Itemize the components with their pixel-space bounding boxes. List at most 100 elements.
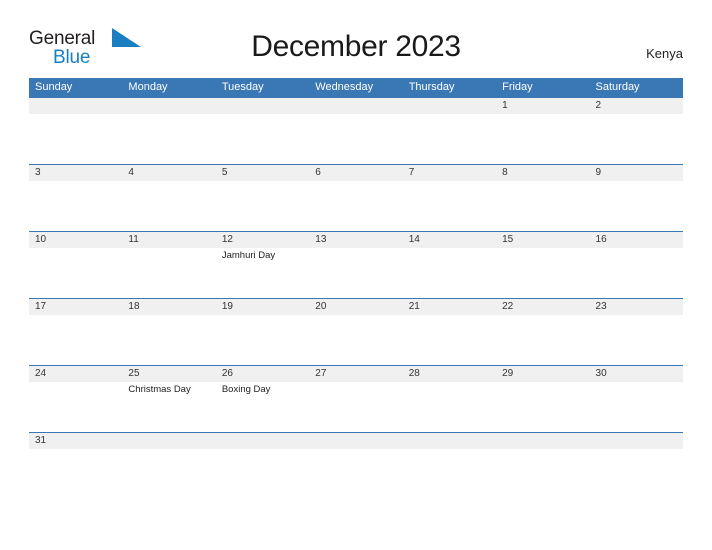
day-number[interactable]: 7 (403, 165, 496, 181)
day-event-boxing-day: Boxing Day (221, 384, 271, 395)
day-event (122, 449, 215, 451)
weekday-header-tuesday: Tuesday (221, 81, 264, 93)
calendar-week-row: 31 (29, 432, 683, 458)
day-event (403, 382, 496, 396)
day-event (403, 248, 496, 262)
day-number[interactable]: 3 (29, 165, 122, 181)
day-event (216, 449, 309, 451)
day-event (496, 181, 589, 183)
week-event-band (29, 449, 683, 451)
day-number[interactable] (29, 98, 122, 114)
weekday-header-monday: Monday (128, 81, 168, 93)
day-event (216, 181, 309, 183)
day-event (403, 449, 496, 451)
calendar-week-row: 1 2 (29, 97, 683, 164)
day-event (309, 315, 402, 317)
day-number[interactable]: 28 (403, 366, 496, 382)
day-number[interactable]: 5 (216, 165, 309, 181)
week-event-band (29, 315, 683, 317)
day-number[interactable] (309, 433, 402, 449)
day-number[interactable]: 6 (309, 165, 402, 181)
calendar-page: General Blue December 2023 Kenya Sunday … (0, 0, 712, 550)
day-event (29, 382, 122, 396)
day-number[interactable] (216, 98, 309, 114)
day-number[interactable]: 27 (309, 366, 402, 382)
day-number[interactable]: 19 (216, 299, 309, 315)
day-event (496, 114, 589, 116)
day-event (496, 315, 589, 317)
weekday-header-saturday: Saturday (595, 81, 640, 93)
day-number[interactable] (122, 433, 215, 449)
day-number[interactable]: 30 (590, 366, 683, 382)
week-date-band: 3 4 5 6 7 8 9 (29, 165, 683, 181)
day-number[interactable]: 20 (309, 299, 402, 315)
day-number[interactable]: 29 (496, 366, 589, 382)
week-date-band: 1 2 (29, 98, 683, 114)
calendar-week-row: 24 25 26 27 28 29 30 Christmas Day Boxin… (29, 365, 683, 432)
day-number[interactable]: 2 (590, 98, 683, 114)
day-number[interactable]: 8 (496, 165, 589, 181)
calendar-week-row: 3 4 5 6 7 8 9 (29, 164, 683, 231)
day-number[interactable]: 16 (590, 232, 683, 248)
day-event (590, 248, 683, 262)
day-event (309, 248, 402, 262)
day-event (122, 315, 215, 317)
day-event (403, 315, 496, 317)
weekday-header-sunday: Sunday (35, 81, 73, 93)
week-event-band (29, 181, 683, 183)
day-number[interactable] (403, 433, 496, 449)
day-number[interactable]: 18 (122, 299, 215, 315)
day-number[interactable]: 26 (216, 366, 309, 382)
day-number[interactable]: 11 (122, 232, 215, 248)
day-number[interactable] (403, 98, 496, 114)
calendar-grid: Sunday Monday Tuesday Wednesday Thursday… (29, 78, 683, 458)
day-event (590, 181, 683, 183)
day-number[interactable]: 21 (403, 299, 496, 315)
day-number[interactable]: 22 (496, 299, 589, 315)
country-label: Kenya (646, 46, 683, 61)
day-event (29, 315, 122, 317)
weekday-header-thursday: Thursday (408, 81, 455, 93)
day-event (403, 114, 496, 116)
day-number[interactable] (309, 98, 402, 114)
day-event (29, 181, 122, 183)
day-number[interactable]: 15 (496, 232, 589, 248)
day-number[interactable]: 23 (590, 299, 683, 315)
day-number[interactable]: 17 (29, 299, 122, 315)
day-event-jamhuri-day: Jamhuri Day (221, 250, 276, 261)
day-event (122, 248, 215, 262)
day-number[interactable]: 12 (216, 232, 309, 248)
week-date-band: 31 (29, 433, 683, 449)
calendar-week-row: 10 11 12 13 14 15 16 Jamhuri Day (29, 231, 683, 298)
day-number[interactable] (216, 433, 309, 449)
week-date-band: 10 11 12 13 14 15 16 (29, 232, 683, 248)
day-number[interactable]: 10 (29, 232, 122, 248)
day-number[interactable]: 1 (496, 98, 589, 114)
day-number[interactable]: 4 (122, 165, 215, 181)
day-event-christmas-day: Christmas Day (128, 384, 191, 395)
day-event (29, 248, 122, 262)
week-event-band (29, 114, 683, 116)
day-event (590, 382, 683, 396)
day-number[interactable] (496, 433, 589, 449)
day-event (496, 382, 589, 396)
day-number[interactable]: 14 (403, 232, 496, 248)
day-number[interactable]: 24 (29, 366, 122, 382)
week-date-band: 17 18 19 20 21 22 23 (29, 299, 683, 315)
day-event (496, 449, 589, 451)
day-number[interactable]: 31 (29, 433, 122, 449)
day-number[interactable]: 13 (309, 232, 402, 248)
weekday-header-row: Sunday Monday Tuesday Wednesday Thursday… (29, 78, 683, 97)
calendar-week-row: 17 18 19 20 21 22 23 (29, 298, 683, 365)
day-number[interactable] (122, 98, 215, 114)
day-number[interactable] (590, 433, 683, 449)
day-event (590, 114, 683, 116)
day-event (309, 114, 402, 116)
day-number[interactable]: 9 (590, 165, 683, 181)
day-event (29, 449, 122, 451)
day-event (216, 315, 309, 317)
weekday-header-friday: Friday (502, 81, 533, 93)
week-date-band: 24 25 26 27 28 29 30 (29, 366, 683, 382)
day-number[interactable]: 25 (122, 366, 215, 382)
day-event (309, 449, 402, 451)
